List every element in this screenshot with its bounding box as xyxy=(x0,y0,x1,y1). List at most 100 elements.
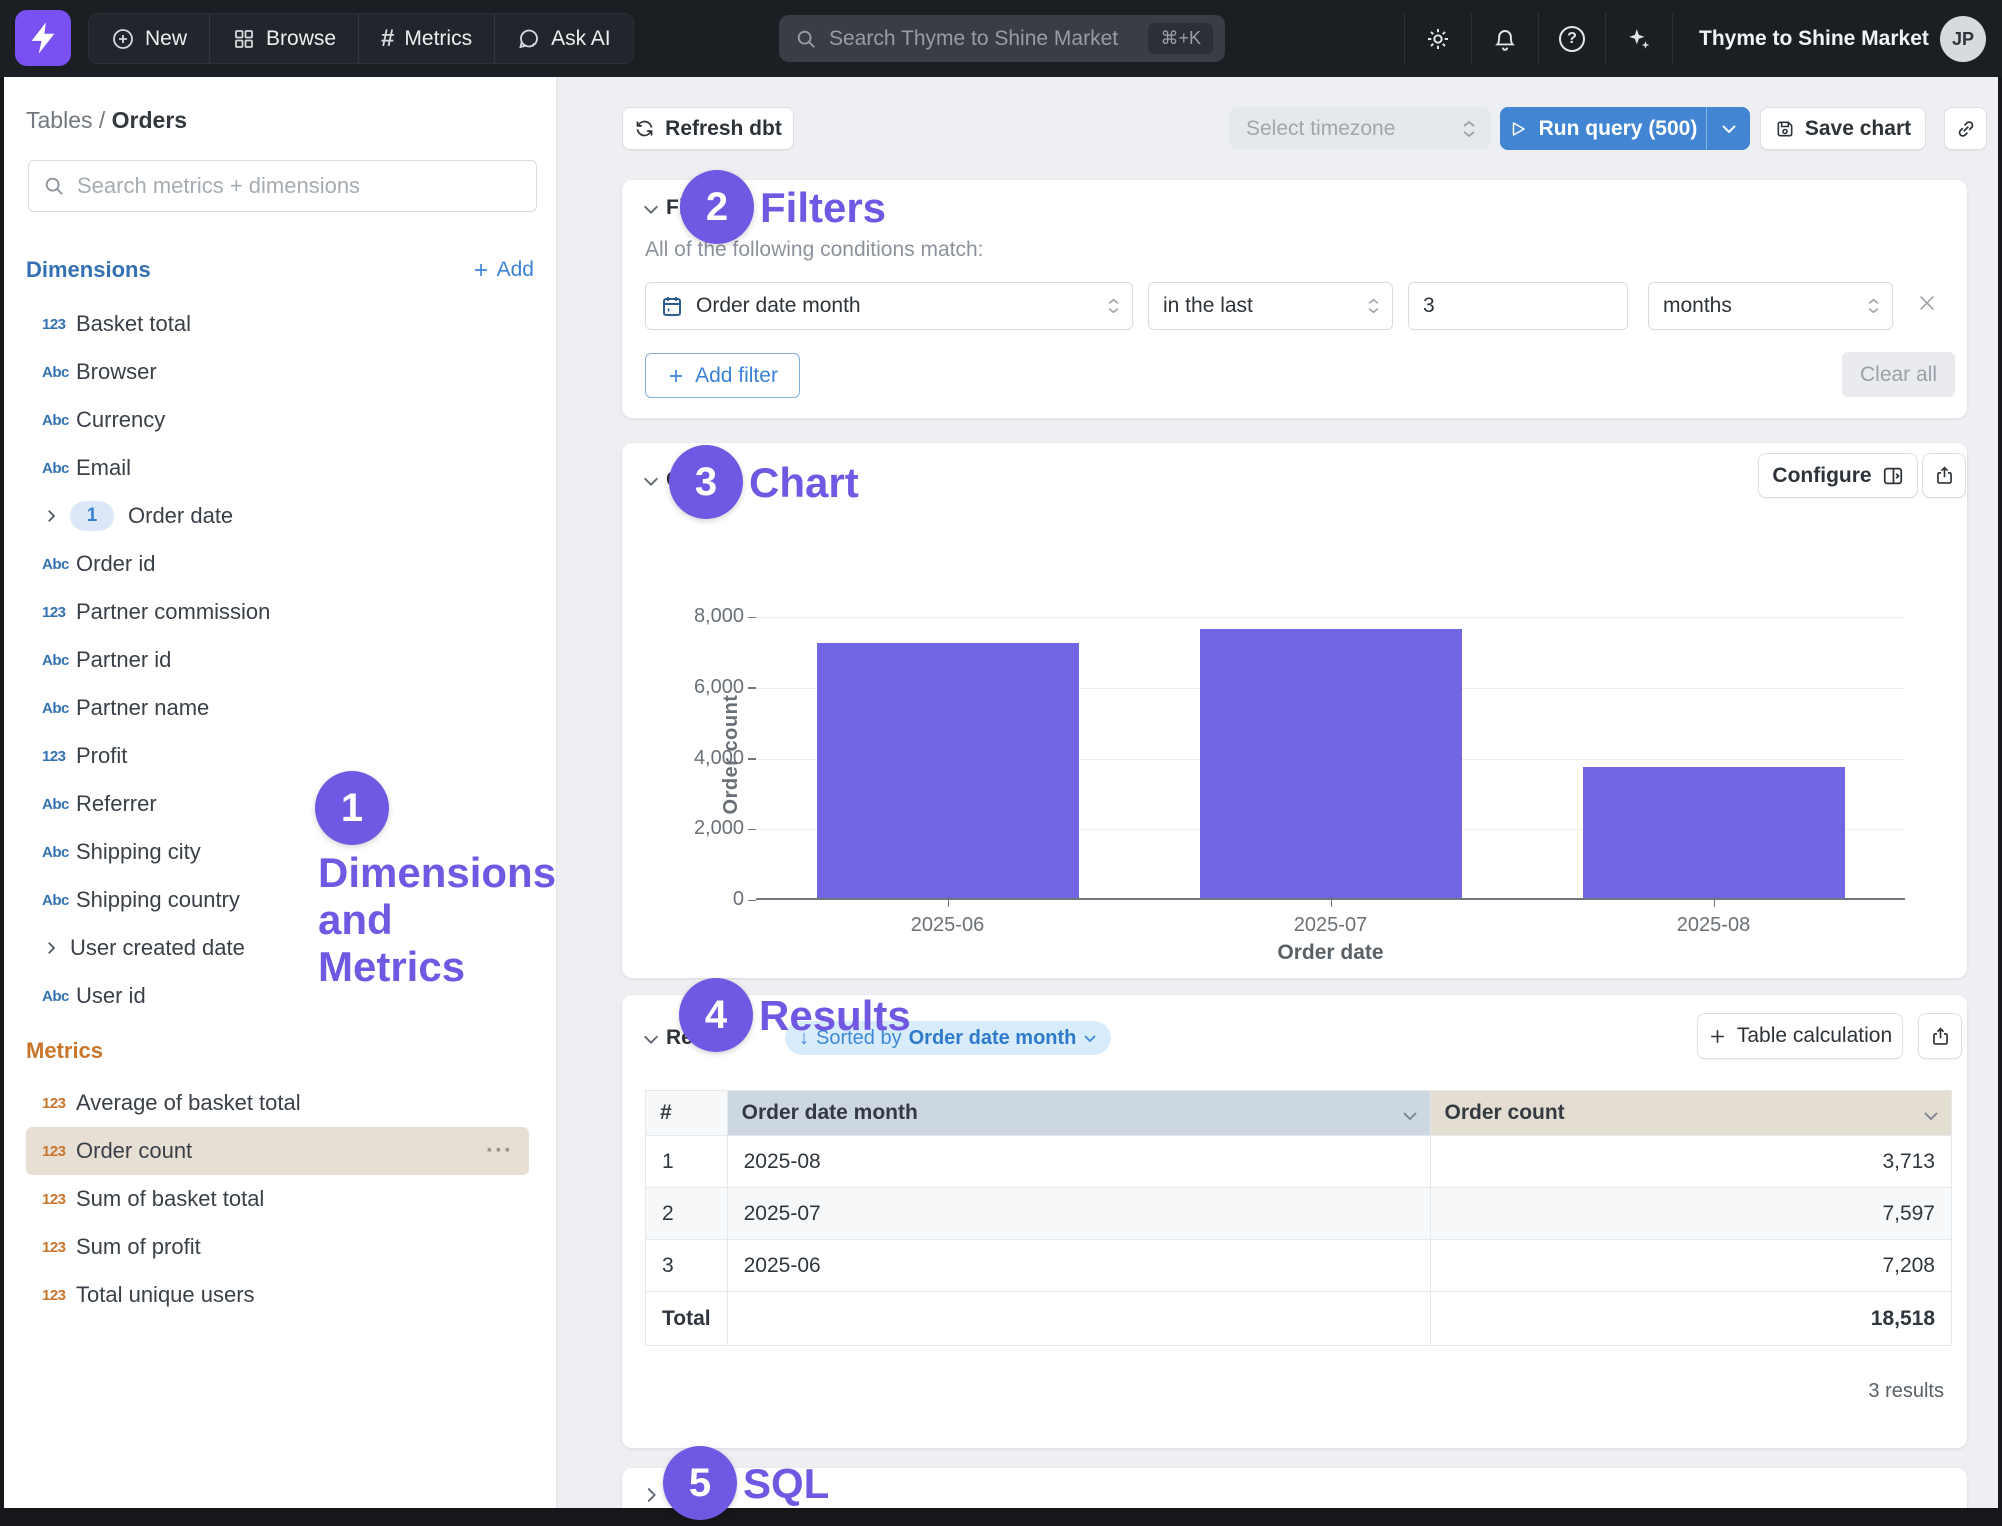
sidebar-item-average-of-basket-total[interactable]: 123Average of basket total xyxy=(26,1079,529,1127)
bar-2025-07[interactable] xyxy=(1200,629,1462,898)
sidebar-item-label: Partner commission xyxy=(76,599,270,625)
sidebar-item-profit[interactable]: 123Profit xyxy=(26,732,529,780)
top-navbar: New Browse # Metrics Ask AI ⌘+K xyxy=(0,0,2002,77)
sidebar-item-label: User created date xyxy=(70,935,245,961)
sidebar-item-partner-id[interactable]: AbcPartner id xyxy=(26,636,529,684)
down-arrow-icon: ↓ xyxy=(799,1027,809,1050)
filter-unit-value: months xyxy=(1663,294,1867,318)
sidebar-item-user-created-date[interactable]: User created date xyxy=(26,924,529,972)
bar-2025-06[interactable] xyxy=(817,643,1079,898)
sorted-by-chip[interactable]: ↓ Sorted by Order date month xyxy=(785,1021,1111,1055)
number-type-icon: 123 xyxy=(42,1191,76,1208)
sidebar-item-partner-name[interactable]: AbcPartner name xyxy=(26,684,529,732)
breadcrumb-parent[interactable]: Tables xyxy=(26,107,92,133)
plus-circle-icon xyxy=(111,27,135,51)
notifications-button[interactable] xyxy=(1471,13,1538,64)
sidebar-item-label: Order count xyxy=(76,1138,192,1164)
configure-button[interactable]: Configure xyxy=(1758,453,1918,498)
sidebar-item-label: Basket total xyxy=(76,311,191,337)
filter-value-input[interactable] xyxy=(1409,283,1628,329)
collapse-filters-icon[interactable] xyxy=(640,198,662,220)
sidebar-item-currency[interactable]: AbcCurrency xyxy=(26,396,529,444)
global-search[interactable]: ⌘+K xyxy=(779,15,1225,62)
bell-icon xyxy=(1492,26,1518,52)
chevron-down-icon xyxy=(1083,1034,1097,1043)
navbar-actions: ? Thyme to Shine Market xyxy=(1404,13,1955,64)
sidebar-item-order-date[interactable]: 1Order date xyxy=(26,492,529,540)
timezone-select[interactable]: Select timezone xyxy=(1230,107,1490,150)
chevron-right-icon[interactable] xyxy=(42,939,70,957)
chevron-down-icon[interactable] xyxy=(1402,1103,1418,1127)
string-type-icon: Abc xyxy=(42,892,76,909)
settings-button[interactable] xyxy=(1404,13,1471,64)
sidebar-item-browser[interactable]: AbcBrowser xyxy=(26,348,529,396)
sidebar-item-sum-of-profit[interactable]: 123Sum of profit xyxy=(26,1223,529,1271)
filter-field-select[interactable]: Order date month xyxy=(645,282,1133,330)
search-icon xyxy=(795,28,817,50)
nav-new-button[interactable]: New xyxy=(89,14,210,63)
sidebar-item-basket-total[interactable]: 123Basket total xyxy=(26,300,529,348)
sidebar-item-order-count[interactable]: 123Order count ··· xyxy=(26,1127,529,1175)
metrics-list: 123Average of basket total123Order count… xyxy=(4,1079,556,1319)
table-calculation-button[interactable]: Table calculation xyxy=(1697,1013,1903,1059)
sidebar-item-order-id[interactable]: AbcOrder id xyxy=(26,540,529,588)
filter-unit-select[interactable]: months xyxy=(1648,282,1893,330)
play-icon xyxy=(1509,120,1527,138)
total-label-cell: Total xyxy=(646,1292,728,1346)
nav-label: Ask AI xyxy=(551,27,611,51)
add-filter-button[interactable]: Add filter xyxy=(645,353,800,398)
refresh-dbt-button[interactable]: Refresh dbt xyxy=(622,107,794,150)
sidebar-item-user-id[interactable]: AbcUser id xyxy=(26,972,529,1020)
table-row[interactable]: 32025-067,208 xyxy=(646,1240,1952,1292)
filter-operator-select[interactable]: in the last xyxy=(1148,282,1393,330)
sidebar-item-shipping-city[interactable]: AbcShipping city xyxy=(26,828,529,876)
fields-search-input[interactable] xyxy=(77,173,522,199)
keyboard-shortcut-badge: ⌘+K xyxy=(1148,23,1213,54)
export-chart-button[interactable] xyxy=(1922,453,1966,498)
nav-metrics-button[interactable]: # Metrics xyxy=(359,14,495,63)
whats-new-button[interactable] xyxy=(1605,13,1672,64)
nav-browse-button[interactable]: Browse xyxy=(210,14,359,63)
sidebar-item-sum-of-basket-total[interactable]: 123Sum of basket total xyxy=(26,1175,529,1223)
sidebar-item-label: Referrer xyxy=(76,791,157,817)
user-avatar[interactable]: JP xyxy=(1940,16,1986,62)
export-results-button[interactable] xyxy=(1918,1013,1962,1059)
dimension-cell: 2025-06 xyxy=(727,1240,1430,1292)
table-row[interactable]: 22025-077,597 xyxy=(646,1188,1952,1240)
expand-sql-icon[interactable] xyxy=(640,1484,662,1506)
more-options-icon[interactable]: ··· xyxy=(486,1137,513,1165)
table-row[interactable]: 12025-083,713 xyxy=(646,1136,1952,1188)
copy-link-button[interactable] xyxy=(1944,107,1987,150)
clear-all-button[interactable]: Clear all xyxy=(1842,352,1955,397)
collapse-chart-icon[interactable] xyxy=(640,470,662,492)
column-header-dimension[interactable]: Order date month xyxy=(727,1091,1430,1136)
global-search-input[interactable] xyxy=(829,27,1148,51)
nav-ask-ai-button[interactable]: Ask AI xyxy=(495,14,633,63)
column-header-metric[interactable]: Order count xyxy=(1430,1091,1952,1136)
bar-2025-08[interactable] xyxy=(1583,767,1845,898)
remove-filter-button[interactable] xyxy=(1916,292,1938,314)
results-count: 3 results xyxy=(1868,1380,1944,1403)
help-button[interactable]: ? xyxy=(1538,13,1605,64)
app-logo[interactable] xyxy=(15,10,71,66)
explore-sidebar: Tables / Orders Dimensions Add 123Basket… xyxy=(4,77,557,1508)
sorted-field: Order date month xyxy=(909,1027,1077,1050)
sidebar-item-label: Shipping city xyxy=(76,839,201,865)
chevron-right-icon[interactable] xyxy=(42,507,70,525)
sidebar-item-partner-commission[interactable]: 123Partner commission xyxy=(26,588,529,636)
sidebar-item-shipping-country[interactable]: AbcShipping country xyxy=(26,876,529,924)
org-name[interactable]: Thyme to Shine Market xyxy=(1672,13,1955,64)
chevron-down-icon[interactable] xyxy=(1923,1103,1939,1127)
add-dimension-button[interactable]: Add xyxy=(472,258,534,282)
sidebar-item-total-unique-users[interactable]: 123Total unique users xyxy=(26,1271,529,1319)
save-chart-button[interactable]: Save chart xyxy=(1760,107,1926,150)
number-type-icon: 123 xyxy=(42,1143,76,1160)
sidebar-item-label: Order id xyxy=(76,551,155,577)
collapse-results-icon[interactable] xyxy=(640,1028,662,1050)
dimensions-title: Dimensions xyxy=(26,257,151,283)
run-query-options-button[interactable] xyxy=(1707,107,1750,150)
sidebar-item-referrer[interactable]: AbcReferrer xyxy=(26,780,529,828)
fields-search[interactable] xyxy=(28,160,537,212)
run-query-button[interactable]: Run query (500) xyxy=(1500,107,1707,150)
sidebar-item-email[interactable]: AbcEmail xyxy=(26,444,529,492)
